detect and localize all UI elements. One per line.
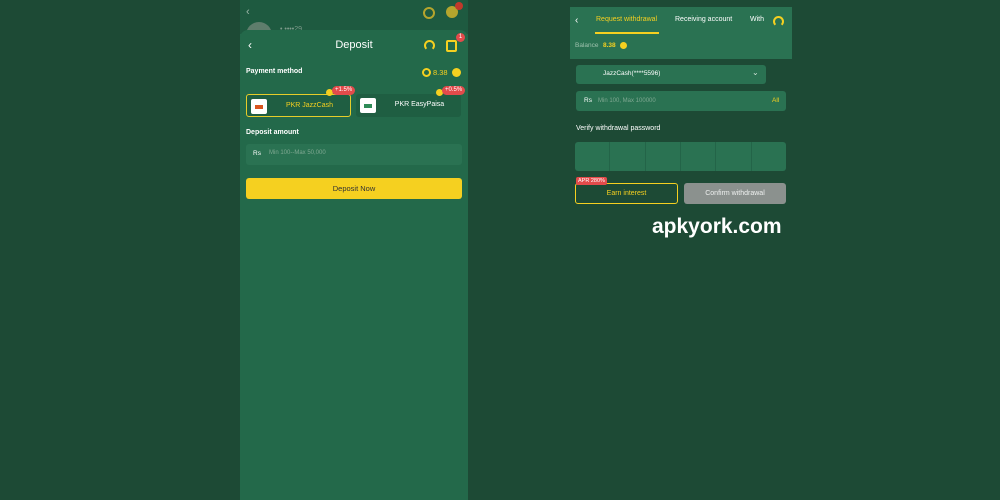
withdraw-header-panel: ‹ Request withdrawal Receiving account W… <box>570 7 792 59</box>
notification-badge: 1 <box>456 33 465 42</box>
amount-placeholder: Min 100, Max 100000 <box>598 98 656 104</box>
deposit-amount-label: Deposit amount <box>246 129 299 136</box>
withdraw-amount-input[interactable]: Rs Min 100, Max 100000 All <box>576 91 786 111</box>
account-value: JazzCash(****5596) <box>603 70 661 77</box>
background-header: ‹ • ••••29 <box>240 0 468 36</box>
active-tab-indicator <box>595 32 659 34</box>
deposit-now-button[interactable]: Deposit Now <box>246 178 462 199</box>
method-label: PKR JazzCash <box>285 102 334 109</box>
pin-cell[interactable] <box>646 142 681 171</box>
currency-symbol: Rs <box>253 150 261 157</box>
deposit-phone-screen: ‹ • ••••29 ‹ Deposit 1 Payment method 8.… <box>240 0 468 500</box>
back-icon[interactable]: ‹ <box>575 15 578 26</box>
wallet-icon <box>422 68 431 77</box>
method-label: PKR EasyPaisa <box>394 101 445 108</box>
pin-cell[interactable] <box>681 142 717 171</box>
pin-cell[interactable] <box>610 142 646 171</box>
password-pin-input[interactable] <box>575 142 786 171</box>
easypaisa-logo-icon <box>360 98 376 113</box>
tab-request-withdrawal[interactable]: Request withdrawal <box>596 16 657 23</box>
balance-label: Balance <box>575 42 599 49</box>
account-select[interactable]: JazzCash(****5596) ⌄ <box>576 65 766 84</box>
all-button[interactable]: All <box>772 97 779 104</box>
earn-interest-button[interactable]: Earn interest <box>575 183 678 204</box>
support-icon[interactable] <box>423 7 435 19</box>
notification-dot-icon <box>455 2 463 10</box>
watermark: apkyork.com <box>652 215 782 238</box>
currency-symbol: Rs <box>584 97 592 104</box>
chevron-down-icon: ⌄ <box>752 68 759 77</box>
refresh-icon[interactable] <box>620 42 627 49</box>
method-easypaisa-button[interactable]: PKR EasyPaisa <box>356 94 461 117</box>
jazzcash-logo-icon <box>251 99 267 114</box>
deposit-amount-input[interactable]: Rs Min 100--Max 50,000 <box>246 144 462 165</box>
balance-value: 8.38 <box>603 42 616 49</box>
pin-cell[interactable] <box>752 142 786 171</box>
tab-withdrawal-history[interactable]: With <box>750 16 764 23</box>
apr-badge: APR 280% <box>576 177 607 185</box>
headset-support-icon[interactable] <box>773 16 784 27</box>
method-jazzcash-button[interactable]: PKR JazzCash <box>246 94 351 117</box>
deposit-sheet: ‹ Deposit 1 Payment method 8.38 PKR Jazz… <box>240 30 468 500</box>
pin-cell[interactable] <box>716 142 752 171</box>
confirm-withdrawal-button[interactable]: Confirm withdrawal <box>684 183 786 204</box>
pin-cell[interactable] <box>575 142 611 171</box>
bonus-tag: +0.5% <box>442 86 466 95</box>
verify-password-label: Verify withdrawal password <box>576 125 661 132</box>
payment-method-label: Payment method <box>246 68 303 75</box>
amount-placeholder: Min 100--Max 50,000 <box>269 150 326 156</box>
bonus-tag: +1.5% <box>332 86 356 95</box>
tab-receiving-account[interactable]: Receiving account <box>675 16 732 23</box>
deposit-record-icon[interactable] <box>446 40 457 52</box>
background-back-icon[interactable]: ‹ <box>246 6 250 18</box>
headset-support-icon[interactable] <box>424 40 435 51</box>
balance-value: 8.38 <box>433 68 448 77</box>
refresh-icon[interactable] <box>452 68 461 77</box>
